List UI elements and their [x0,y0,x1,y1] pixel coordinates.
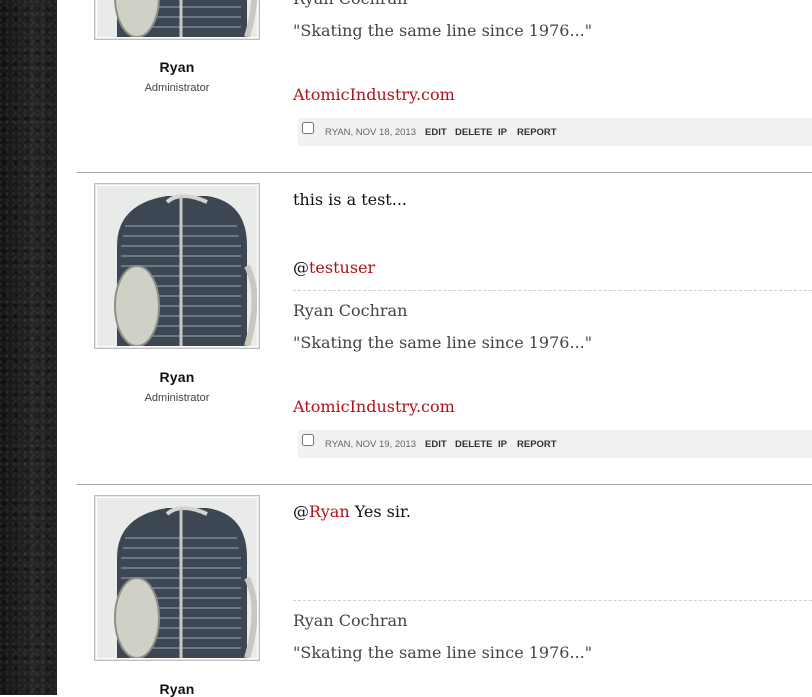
signature-name: Ryan Cochran [293,611,408,630]
post-mention: @testuser [293,258,375,277]
delete-button[interactable]: DELETE [455,439,492,450]
signature-link[interactable]: AtomicIndustry.com [293,85,455,104]
user-avatar[interactable] [94,0,260,40]
signature-name: Ryan Cochran [293,0,407,8]
signature-quote: "Skating the same line since 1976..." [293,333,593,352]
post-2: Ryan Administrator this is a test... @te… [77,173,812,484]
signature-divider [293,600,812,601]
post-1: Ryan Administrator Ryan Cochran "Skating… [77,0,812,172]
user-role: Administrator [144,392,210,404]
post-3: Ryan @Ryan Yes sir. Ryan Cochran "Skatin… [77,485,812,697]
post-author-date: RYAN, NOV 19, 2013 [325,439,417,450]
user-avatar[interactable] [94,495,260,661]
signature-quote: "Skating the same line since 1976..." [293,643,593,662]
mention-at-symbol: @ [293,258,309,277]
signature-name: Ryan Cochran [293,301,408,320]
post-meta-bar: RYAN, NOV 18, 2013 EDIT DELETE IP REPORT [298,118,812,146]
user-role: Administrator [144,82,210,94]
ip-button[interactable]: IP [498,127,507,138]
signature-link[interactable]: AtomicIndustry.com [293,397,455,416]
edit-button[interactable]: EDIT [425,439,447,450]
signature-divider [293,290,812,291]
car-grille-avatar-icon [97,0,257,37]
mention-at-symbol: @ [293,502,309,521]
delete-button[interactable]: DELETE [455,127,492,138]
post-meta-bar: RYAN, NOV 19, 2013 EDIT DELETE IP REPORT [298,430,812,458]
username[interactable]: Ryan [94,369,260,385]
post-body-line: @Ryan Yes sir. [293,502,411,521]
select-post-checkbox[interactable] [302,434,314,446]
post-body-text: Yes sir. [349,502,411,521]
post-body-line: this is a test... [293,190,407,209]
car-grille-avatar-icon [97,186,257,346]
car-grille-avatar-icon [97,498,257,658]
post-author-date: RYAN, NOV 18, 2013 [325,127,417,138]
report-button[interactable]: REPORT [517,439,557,450]
edit-button[interactable]: EDIT [425,127,447,138]
leather-sidebar-texture [0,0,57,695]
username[interactable]: Ryan [94,59,260,75]
mention-link[interactable]: testuser [309,258,375,277]
user-avatar[interactable] [94,183,260,349]
report-button[interactable]: REPORT [517,127,557,138]
ip-button[interactable]: IP [498,439,507,450]
select-post-checkbox[interactable] [302,122,314,134]
mention-link[interactable]: Ryan [309,502,350,521]
signature-quote: "Skating the same line since 1976..." [293,21,593,40]
